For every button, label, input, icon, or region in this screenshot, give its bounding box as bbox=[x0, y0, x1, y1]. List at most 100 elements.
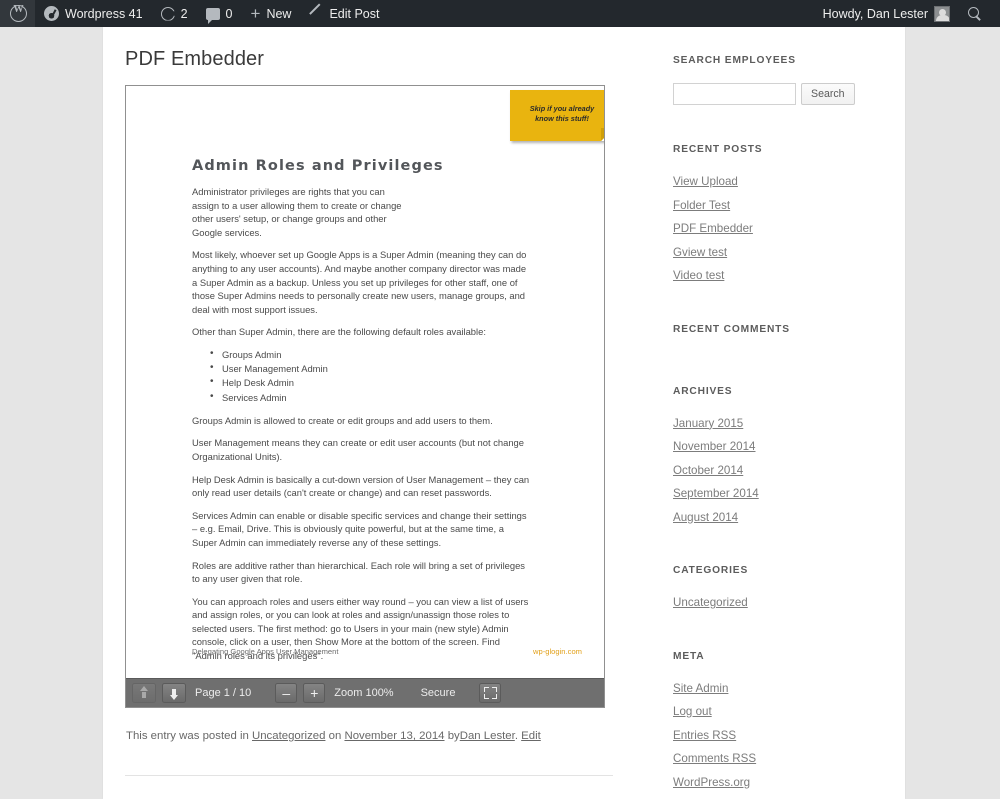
wordpress-logo-icon bbox=[10, 4, 27, 22]
entry-edit-link[interactable]: Edit bbox=[521, 730, 541, 742]
meta-link[interactable]: WordPress.org bbox=[673, 776, 750, 789]
entry-meta-period: . bbox=[514, 730, 518, 742]
meta-link[interactable]: Comments RSS bbox=[673, 752, 756, 765]
recent-post-link[interactable]: Video test bbox=[673, 269, 724, 282]
list-item: Help Desk Admin bbox=[210, 375, 582, 390]
pdf-next-page-button[interactable] bbox=[162, 683, 186, 703]
pdf-zoom-in-button[interactable]: + bbox=[303, 683, 326, 703]
archive-link[interactable]: September 2014 bbox=[673, 487, 759, 500]
archive-link[interactable]: January 2015 bbox=[673, 417, 743, 430]
pdf-paragraph: Other than Super Admin, there are the fo… bbox=[192, 326, 486, 338]
sidebar: SEARCH EMPLOYEES Search RECENT POSTS Vie… bbox=[673, 27, 873, 796]
search-form: Search bbox=[673, 83, 873, 105]
pdf-embedder-viewer[interactable]: Skip if you already know this stuff! Adm… bbox=[125, 85, 605, 708]
list-item: August 2014 bbox=[673, 508, 873, 526]
content-divider bbox=[125, 775, 613, 776]
list-item: Log out bbox=[673, 702, 873, 720]
edit-post-menu[interactable]: Edit Post bbox=[300, 0, 388, 27]
widget-title: META bbox=[673, 650, 705, 662]
list-item: Video test bbox=[673, 266, 873, 284]
archives-list: January 2015 November 2014 October 2014 … bbox=[673, 414, 873, 526]
pdf-heading: Admin Roles and Privileges bbox=[192, 158, 444, 174]
meta-link[interactable]: Log out bbox=[673, 705, 712, 718]
archive-link[interactable]: August 2014 bbox=[673, 511, 738, 524]
widget-title: RECENT COMMENTS bbox=[673, 323, 790, 335]
updates-menu[interactable]: 2 bbox=[152, 0, 197, 27]
list-item: Gview test bbox=[673, 243, 873, 261]
entry-meta-prefix: This entry was posted in bbox=[126, 730, 249, 742]
plus-icon: + bbox=[310, 685, 319, 701]
pdf-paragraph: User Management means they can create or… bbox=[192, 437, 524, 462]
widget-title: RECENT POSTS bbox=[673, 144, 763, 155]
pdf-fullscreen-button[interactable] bbox=[479, 683, 502, 703]
widget-search-employees: SEARCH EMPLOYEES Search bbox=[673, 27, 873, 105]
list-item: October 2014 bbox=[673, 461, 873, 479]
entry-author-link[interactable]: Dan Lester bbox=[460, 730, 515, 742]
recent-post-link[interactable]: View Upload bbox=[673, 175, 738, 188]
recent-post-link[interactable]: PDF Embedder bbox=[673, 222, 753, 235]
plus-icon: + bbox=[250, 4, 261, 23]
howdy-label: Howdy, Dan Lester bbox=[822, 6, 928, 21]
edit-post-label: Edit Post bbox=[329, 6, 380, 21]
recent-post-link[interactable]: Folder Test bbox=[673, 199, 730, 212]
entry-date-link[interactable]: November 13, 2014 bbox=[344, 730, 444, 742]
search-icon bbox=[968, 7, 981, 20]
comments-menu[interactable]: 0 bbox=[197, 0, 242, 27]
site-name-menu[interactable]: Wordpress 41 bbox=[35, 0, 152, 27]
comments-count: 0 bbox=[225, 6, 233, 21]
new-content-menu[interactable]: + New bbox=[242, 0, 301, 27]
pdf-page-content: Skip if you already know this stuff! Adm… bbox=[126, 86, 604, 663]
widget-title: SEARCH EMPLOYEES bbox=[673, 55, 796, 66]
entry-meta-on: on bbox=[328, 730, 342, 742]
widget-categories: CATEGORIES Uncategorized bbox=[673, 565, 873, 611]
meta-link[interactable]: Entries RSS bbox=[673, 729, 736, 742]
page-title: PDF Embedder bbox=[125, 48, 265, 70]
widget-spacer bbox=[673, 290, 873, 324]
list-item: November 2014 bbox=[673, 437, 873, 455]
list-item: PDF Embedder bbox=[673, 219, 873, 237]
recent-post-link[interactable]: Gview test bbox=[673, 246, 727, 259]
meta-link[interactable]: Site Admin bbox=[673, 682, 728, 695]
pdf-paragraph: Services Admin can enable or disable spe… bbox=[192, 509, 527, 548]
pdf-paragraph: Administrator privileges are rights that… bbox=[192, 186, 402, 238]
category-link[interactable]: Uncategorized bbox=[673, 596, 748, 609]
main-content: PDF Embedder Skip if you already know th… bbox=[125, 27, 635, 776]
pdf-page-indicator: Page 1 / 10 bbox=[195, 687, 252, 699]
updates-count: 2 bbox=[180, 6, 188, 21]
archive-link[interactable]: November 2014 bbox=[673, 440, 756, 453]
wordpress-logo-menu[interactable] bbox=[0, 0, 35, 27]
new-label: New bbox=[266, 6, 292, 21]
list-item: Groups Admin bbox=[210, 347, 582, 362]
widget-spacer bbox=[673, 352, 873, 386]
list-item: Entries RSS bbox=[673, 726, 873, 744]
search-input[interactable] bbox=[673, 83, 796, 105]
entry-category-link[interactable]: Uncategorized bbox=[252, 730, 325, 742]
list-item: September 2014 bbox=[673, 484, 873, 502]
pencil-icon bbox=[309, 7, 323, 21]
sticky-note: Skip if you already know this stuff! bbox=[510, 90, 604, 141]
pdf-paragraph: Help Desk Admin is basically a cut-down … bbox=[192, 473, 530, 499]
comment-bubble-icon bbox=[205, 7, 220, 24]
my-account-menu[interactable]: Howdy, Dan Lester bbox=[814, 0, 959, 27]
widget-title: ARCHIVES bbox=[673, 385, 733, 397]
pdf-paragraph: Most likely, whoever set up Google Apps … bbox=[192, 249, 527, 315]
entry-meta: This entry was posted in Uncategorized o… bbox=[125, 708, 635, 745]
meta-list: Site Admin Log out Entries RSS Comments … bbox=[673, 679, 873, 791]
pdf-secure-label: Secure bbox=[420, 687, 456, 699]
admin-bar-search-button[interactable] bbox=[959, 0, 990, 27]
widget-spacer bbox=[673, 531, 873, 565]
avatar bbox=[934, 5, 950, 22]
pdf-toolbar: Page 1 / 10 – + Zoom 100% Secure bbox=[126, 678, 604, 707]
widget-spacer bbox=[673, 617, 873, 651]
search-button[interactable]: Search bbox=[801, 83, 855, 105]
update-icon bbox=[161, 7, 175, 21]
pdf-paragraph: Roles are additive rather than hierarchi… bbox=[192, 559, 525, 585]
entry-meta-by: by bbox=[447, 730, 460, 742]
pdf-prev-page-button[interactable] bbox=[132, 683, 156, 703]
sticky-note-text: Skip if you already know this stuff! bbox=[529, 104, 595, 123]
archive-link[interactable]: October 2014 bbox=[673, 464, 743, 477]
minus-icon: – bbox=[282, 685, 291, 701]
wp-admin-bar: Wordpress 41 2 0 + New Edit Post Howdy, … bbox=[0, 0, 1000, 27]
pdf-zoom-out-button[interactable]: – bbox=[275, 683, 298, 703]
categories-list: Uncategorized bbox=[673, 593, 873, 611]
